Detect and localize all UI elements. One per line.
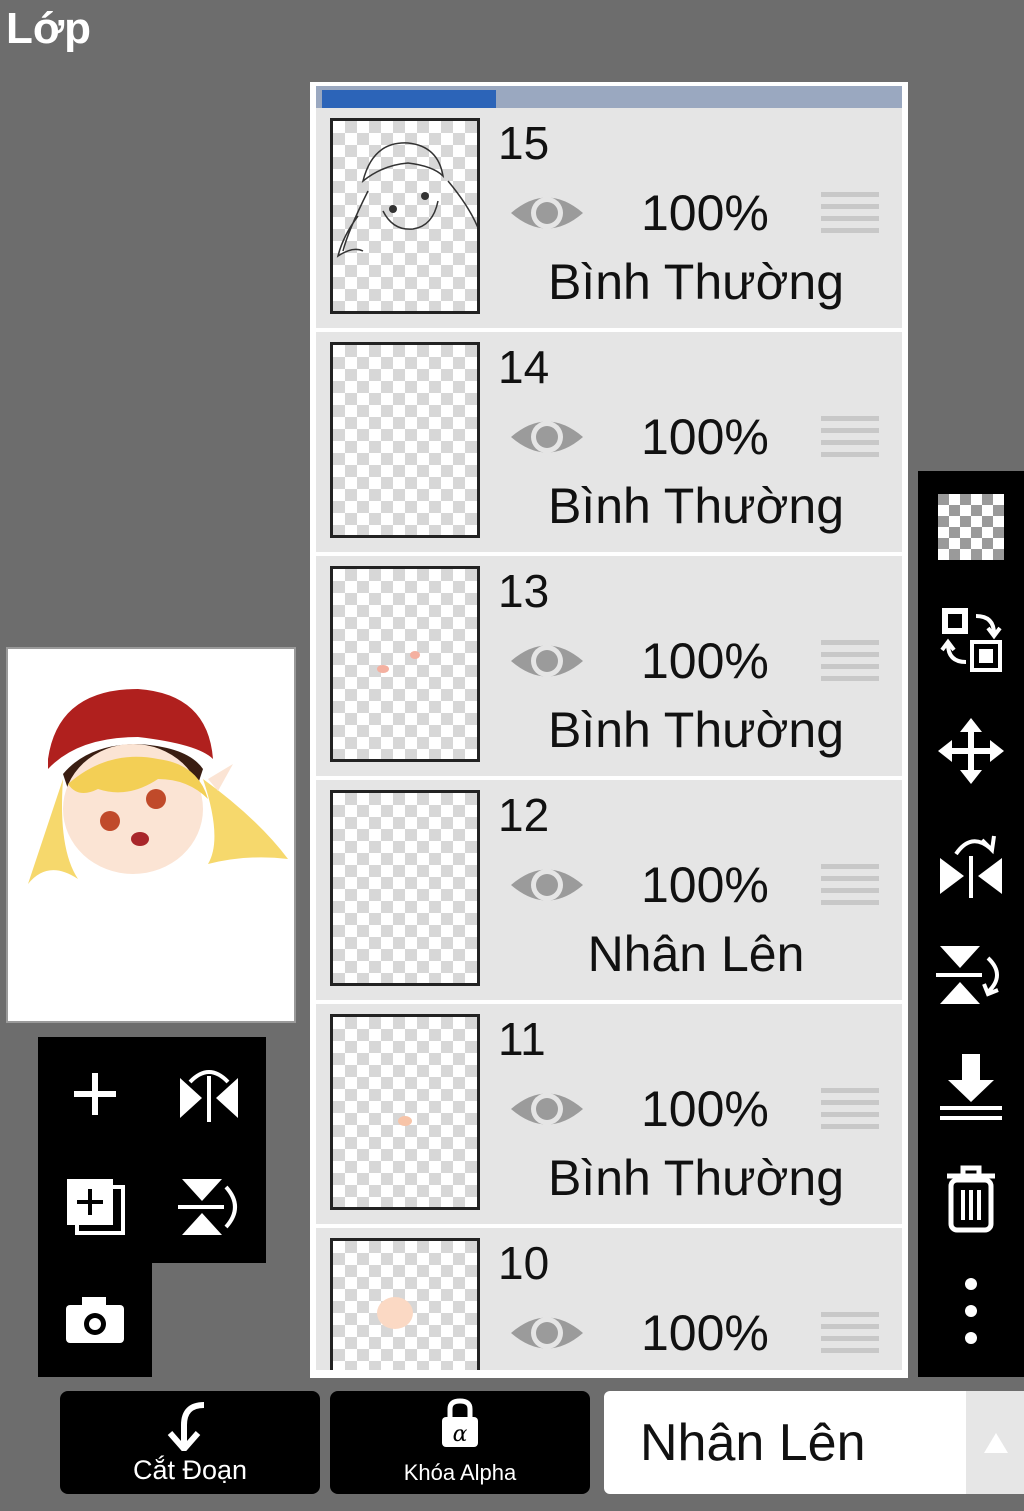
clip-arrow-icon xyxy=(167,1402,205,1451)
layer-blend-mode: Bình Thường xyxy=(547,702,845,758)
layer-blend-mode: Bình Thường xyxy=(547,478,845,534)
drag-handle-icon[interactable] xyxy=(821,1088,879,1136)
drag-handle-icon[interactable] xyxy=(821,864,879,912)
drag-handle-icon[interactable] xyxy=(821,416,879,464)
layer-number: 11 xyxy=(498,1013,546,1065)
flip-vertical-icon xyxy=(178,1178,237,1235)
layer-thumbnail xyxy=(330,1014,480,1210)
eye-icon[interactable] xyxy=(508,188,586,238)
delete-layer-button[interactable] xyxy=(918,1143,1024,1255)
shade-thumbnail xyxy=(398,1116,412,1126)
layer-row-12[interactable]: 12 100% Nhân Lên xyxy=(316,780,902,1004)
clipping-button[interactable]: Cắt Đoạn xyxy=(60,1391,320,1494)
flip-vertical-rotate-icon xyxy=(936,946,999,1004)
transparency-icon xyxy=(938,494,1004,560)
eye-icon[interactable] xyxy=(508,1084,586,1134)
layer-number: 15 xyxy=(498,117,550,169)
swap-layers-icon xyxy=(940,608,1002,672)
layer-thumbnail xyxy=(330,342,480,538)
flip-horizontal-rotate-icon xyxy=(940,835,1002,898)
skin-thumbnail xyxy=(377,1297,413,1329)
alpha-lock-label: Khóa Alpha xyxy=(403,1460,517,1485)
move-button[interactable] xyxy=(918,695,1024,807)
swap-layers-button[interactable] xyxy=(918,583,1024,695)
eye-icon[interactable] xyxy=(508,1308,586,1358)
layer-row-14[interactable]: 14 100% Bình Thường xyxy=(316,332,902,556)
camera-button[interactable] xyxy=(38,1263,152,1376)
layers-panel-header xyxy=(316,86,902,108)
layer-thumbnail xyxy=(330,1238,480,1370)
layer-blend-mode: Bình Thường xyxy=(547,1150,845,1206)
blend-mode-select[interactable]: Nhân Lên xyxy=(604,1391,966,1494)
layer-row-10[interactable]: 10 100% xyxy=(316,1228,902,1370)
trash-icon xyxy=(947,1165,995,1233)
alpha-lock-button[interactable]: α Khóa Alpha xyxy=(330,1391,590,1494)
svg-text:α: α xyxy=(453,1422,468,1447)
layer-list[interactable]: 15 100% Bình Thường 14 100% Bình Thường xyxy=(316,108,902,1370)
layer-opacity[interactable]: 100% xyxy=(641,408,769,466)
layer-number: 10 xyxy=(498,1237,550,1289)
sketch-thumbnail xyxy=(336,142,482,258)
layer-opacity[interactable]: 100% xyxy=(641,856,769,914)
camera-icon xyxy=(66,1296,124,1343)
move-icon xyxy=(938,718,1004,784)
right-toolbar xyxy=(918,471,1024,1377)
transparency-button[interactable] xyxy=(918,471,1024,583)
arrow-up-icon xyxy=(984,1433,1008,1453)
layer-number: 13 xyxy=(498,565,550,617)
page-title: Lớp xyxy=(6,4,92,53)
flip-vertical-rotate-button[interactable] xyxy=(918,919,1024,1031)
blend-mode-arrow-button[interactable] xyxy=(966,1391,1024,1494)
layer-row-15[interactable]: 15 100% Bình Thường xyxy=(316,108,902,332)
layer-opacity[interactable]: 100% xyxy=(641,1304,769,1362)
layer-row-13[interactable]: 13 100% Bình Thường xyxy=(316,556,902,780)
new-layer-button[interactable] xyxy=(38,1150,152,1263)
layers-panel: 15 100% Bình Thường 14 100% Bình Thường xyxy=(310,82,908,1378)
flip-vertical-button[interactable] xyxy=(152,1150,266,1263)
clipping-label: Cắt Đoạn xyxy=(132,1455,248,1485)
add-layer-icon xyxy=(67,1178,125,1235)
layer-number: 12 xyxy=(498,789,550,841)
layer-opacity[interactable]: 100% xyxy=(641,184,769,242)
layer-thumbnail xyxy=(330,118,482,314)
blush-thumbnail xyxy=(377,651,420,673)
blend-mode-value: Nhân Lên xyxy=(640,1414,866,1472)
layer-blend-mode: Nhân Lên xyxy=(587,926,805,982)
merge-down-icon xyxy=(940,1054,1002,1120)
more-options-button[interactable] xyxy=(918,1255,1024,1367)
eye-icon[interactable] xyxy=(508,860,586,910)
flip-horizontal-icon xyxy=(180,1069,238,1122)
layer-blend-mode: Bình Thường xyxy=(547,254,845,310)
layer-thumbnail xyxy=(330,790,480,986)
add-layer-button[interactable] xyxy=(38,1037,152,1150)
flip-horizontal-rotate-button[interactable] xyxy=(918,807,1024,919)
layer-thumbnail xyxy=(330,566,480,762)
canvas-preview[interactable] xyxy=(6,647,296,1023)
drag-handle-icon[interactable] xyxy=(821,1312,879,1360)
layer-number: 14 xyxy=(498,341,550,393)
layer-row-11[interactable]: 11 100% Bình Thường xyxy=(316,1004,902,1228)
selected-indicator xyxy=(322,90,496,108)
artwork-thumbnail xyxy=(28,689,288,884)
plus-icon xyxy=(74,1072,116,1115)
eye-icon[interactable] xyxy=(508,412,586,462)
flip-horizontal-button[interactable] xyxy=(152,1037,266,1150)
drag-handle-icon[interactable] xyxy=(821,192,879,240)
lock-icon: α xyxy=(442,1398,478,1447)
drag-handle-icon[interactable] xyxy=(821,640,879,688)
left-toolbar xyxy=(38,1037,266,1263)
left-toolbar-bottom xyxy=(38,1263,152,1377)
layer-opacity[interactable]: 100% xyxy=(641,632,769,690)
eye-icon[interactable] xyxy=(508,636,586,686)
layer-opacity[interactable]: 100% xyxy=(641,1080,769,1138)
merge-down-button[interactable] xyxy=(918,1031,1024,1143)
more-vert-icon xyxy=(965,1278,977,1344)
